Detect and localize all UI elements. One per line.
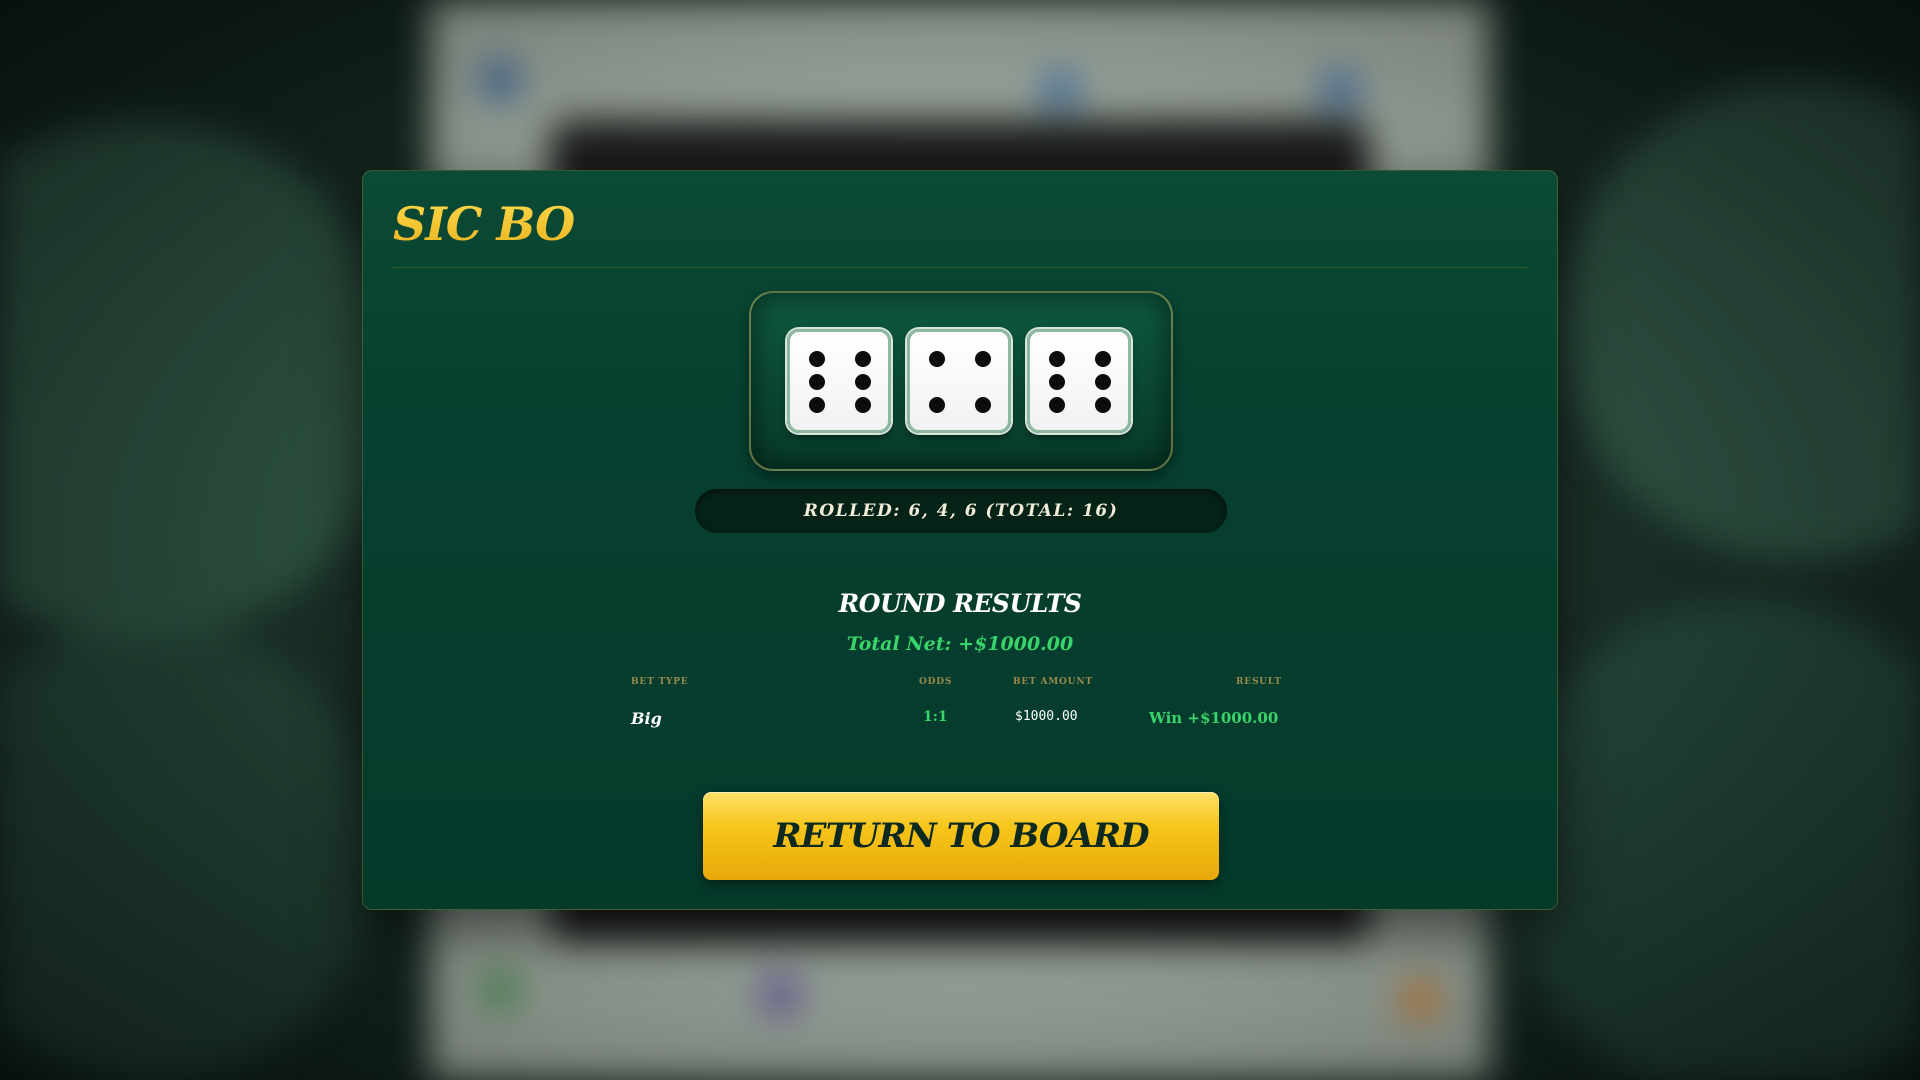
die-six-icon (1027, 329, 1131, 433)
die-pip (975, 351, 991, 367)
header-result: RESULT (1236, 677, 1282, 687)
row-bet-amount: $1000.00 (1015, 709, 1078, 724)
total-net: Total Net: +$1000.00 (846, 633, 1074, 655)
roll-summary-text: ROLLED: 6, 4, 6 (TOTAL: 16) (803, 501, 1119, 521)
die-pip (1095, 351, 1111, 367)
die-pip (855, 374, 871, 390)
die-pip (1049, 351, 1065, 367)
die-pip (855, 397, 871, 413)
round-results-title: ROUND RESULTS (838, 589, 1082, 618)
background-token (480, 970, 520, 1010)
die-pip (1049, 374, 1065, 390)
return-to-board-label: RETURN TO BOARD (773, 816, 1149, 856)
background-foliage (1560, 80, 1920, 560)
die-pip (1095, 374, 1111, 390)
background-foliage (0, 620, 380, 1080)
roll-summary-bar: ROLLED: 6, 4, 6 (TOTAL: 16) (695, 489, 1227, 533)
row-result: Win +$1000.00 (1149, 709, 1279, 727)
die-pip (929, 397, 945, 413)
return-to-board-button[interactable]: RETURN TO BOARD (703, 792, 1219, 880)
die-pip (809, 374, 825, 390)
background-token (1320, 70, 1360, 110)
sic-bo-results-modal: SIC BO ROLLED: 6, 4, 6 (TOTAL: 16) ROUND… (362, 170, 1558, 910)
header-bet-amount: BET AMOUNT (1013, 677, 1093, 687)
die-pip (855, 351, 871, 367)
row-odds: 1:1 (923, 709, 948, 725)
title-divider (393, 267, 1527, 268)
background-token (760, 975, 800, 1015)
background-token (1400, 980, 1440, 1020)
die-pip (1049, 397, 1065, 413)
background-token (480, 60, 520, 100)
die-six-icon (787, 329, 891, 433)
die-pip (975, 397, 991, 413)
die-pip (809, 351, 825, 367)
die-four-icon (907, 329, 1011, 433)
header-bet-type: BET TYPE (631, 677, 689, 687)
header-odds: ODDS (919, 677, 953, 687)
row-bet-type: Big (631, 709, 662, 728)
die-pip (809, 397, 825, 413)
die-pip (1095, 397, 1111, 413)
dice-tray (749, 291, 1173, 471)
background-token (1040, 70, 1080, 110)
background-foliage (0, 120, 400, 640)
die-pip (929, 351, 945, 367)
background-foliage (1500, 600, 1920, 1080)
game-title: SIC BO (393, 197, 575, 251)
